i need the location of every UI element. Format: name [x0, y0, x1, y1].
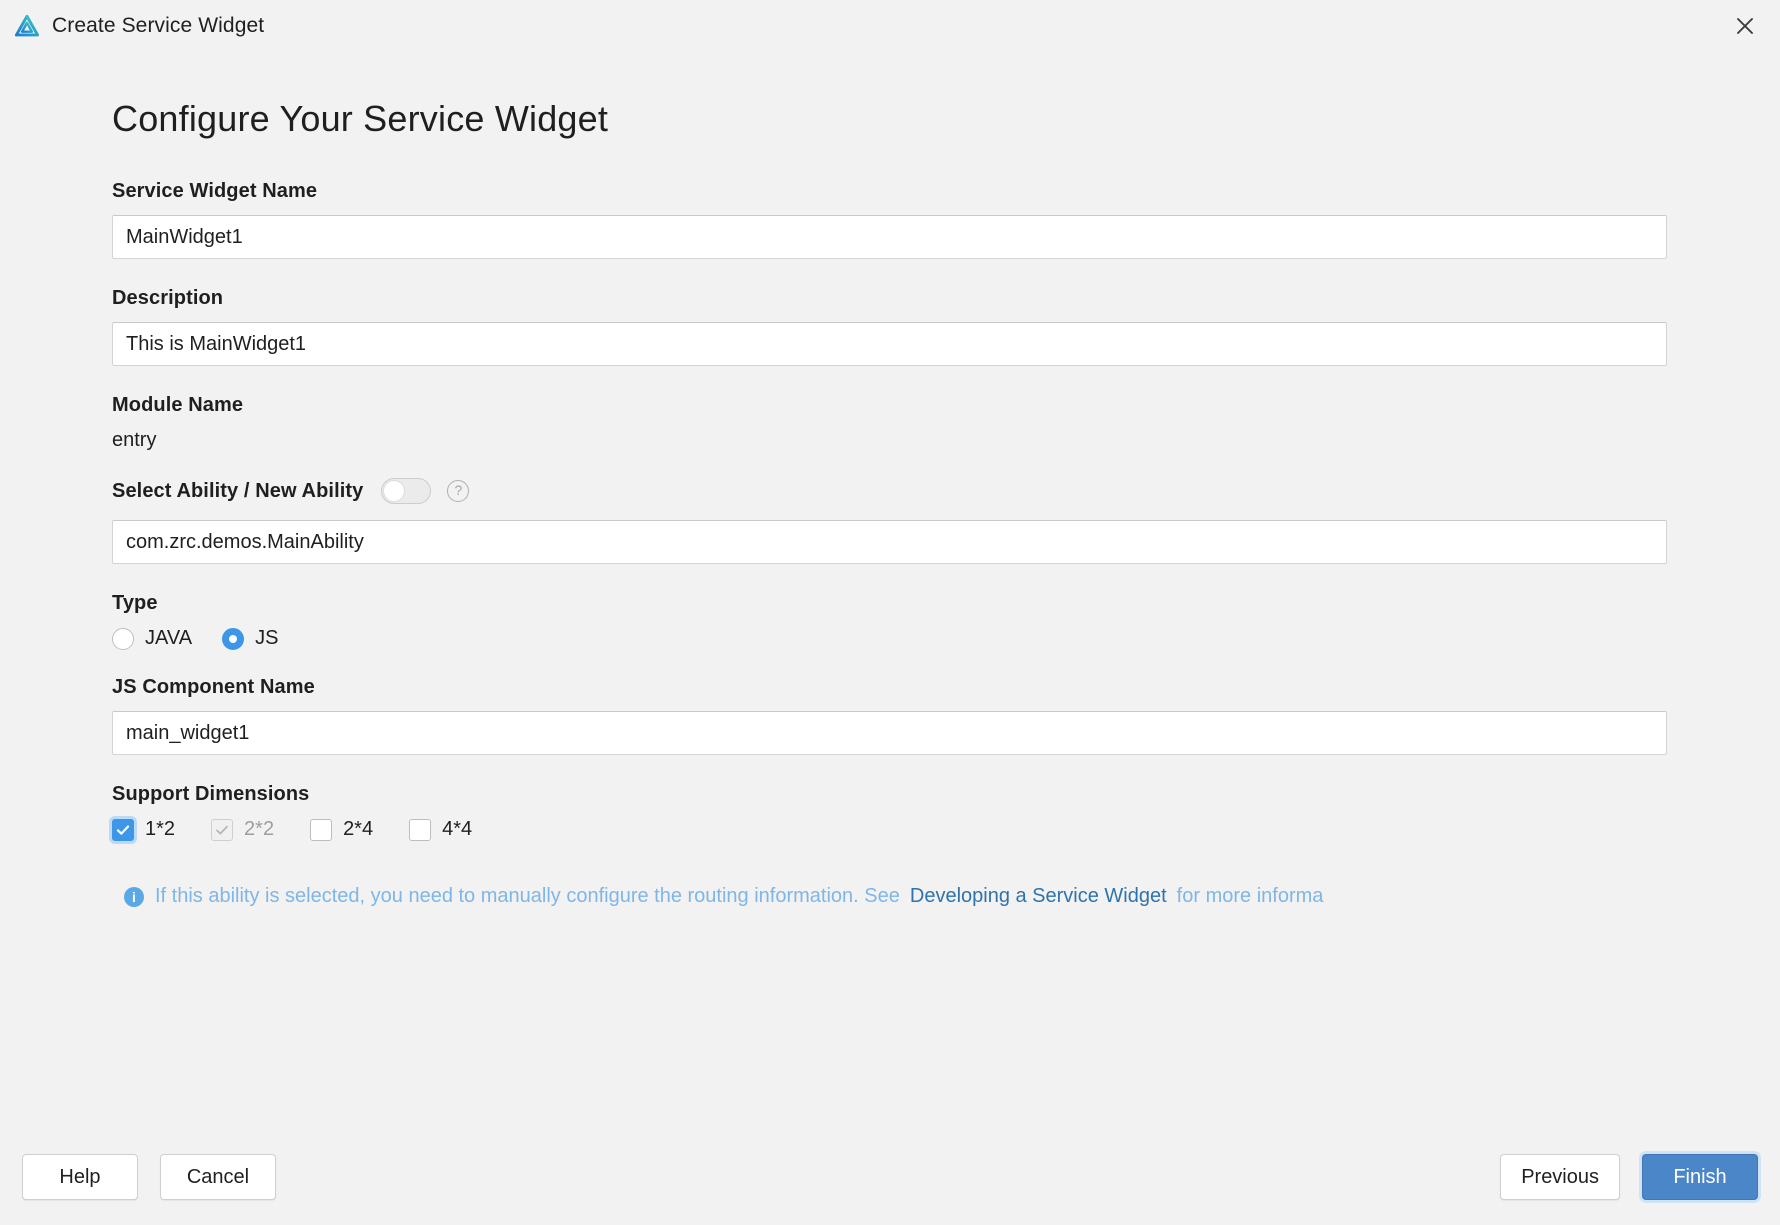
info-note-text-after: for more informa: [1176, 885, 1324, 907]
checkbox-checked-disabled-icon: [211, 818, 234, 841]
deveco-logo-icon: [14, 14, 40, 37]
checkbox-empty-icon: [409, 818, 432, 841]
description-label: Description: [112, 287, 224, 309]
footer-right-group: Previous Finish: [1500, 1154, 1758, 1200]
close-icon[interactable]: [1728, 9, 1762, 43]
finish-button[interactable]: Finish: [1642, 1154, 1758, 1200]
module-name-label: Module Name: [112, 394, 244, 416]
type-label: Type: [112, 592, 158, 614]
info-icon: i: [124, 886, 144, 907]
radio-label-js: JS: [255, 627, 279, 649]
service-widget-name-input[interactable]: [112, 215, 1667, 259]
select-ability-row: Select Ability / New Ability ?: [112, 478, 1780, 504]
service-widget-name-label: Service Widget Name: [112, 180, 318, 202]
module-name-value: entry: [112, 429, 157, 451]
window-titlebar: Create Service Widget: [0, 0, 1780, 52]
radio-option-js[interactable]: JS: [222, 627, 278, 650]
checkbox-option-4x4[interactable]: 4*4: [409, 818, 472, 841]
radio-label-java: JAVA: [145, 627, 193, 649]
footer-left-group: Help Cancel: [22, 1154, 276, 1200]
support-dimensions-label: Support Dimensions: [112, 783, 310, 805]
routing-info-note: i If this ability is selected, you need …: [124, 885, 1780, 908]
select-ability-label: Select Ability / New Ability: [112, 479, 364, 502]
new-ability-toggle[interactable]: [381, 478, 432, 504]
ability-name-input[interactable]: [112, 520, 1667, 564]
checkbox-option-1x2[interactable]: 1*2: [112, 818, 175, 841]
window-title: Create Service Widget: [52, 14, 265, 37]
dialog-footer: Help Cancel Previous Finish: [0, 1129, 1780, 1225]
js-component-name-label: JS Component Name: [112, 676, 315, 698]
support-dimensions-group: 1*2 2*2 2*4 4*4: [112, 818, 1780, 841]
help-button[interactable]: Help: [22, 1154, 138, 1200]
checkbox-label-2x2: 2*2: [244, 818, 275, 840]
checkbox-label-1x2: 1*2: [145, 818, 176, 840]
js-component-name-input[interactable]: [112, 711, 1667, 755]
checkbox-option-2x2: 2*2: [211, 818, 274, 841]
checkbox-empty-icon: [310, 818, 333, 841]
developing-service-widget-link[interactable]: Developing a Service Widget: [910, 885, 1167, 908]
page-title: Configure Your Service Widget: [112, 98, 609, 139]
radio-circle-icon: [112, 627, 134, 650]
dialog-content: Configure Your Service Widget Service Wi…: [0, 52, 1780, 908]
description-input[interactable]: [112, 322, 1667, 366]
checkbox-label-2x4: 2*4: [343, 818, 374, 840]
checkbox-label-4x4: 4*4: [442, 818, 473, 840]
checkbox-checked-icon: [112, 818, 134, 841]
toggle-knob: [383, 480, 406, 502]
radio-circle-selected-icon: [222, 627, 245, 650]
checkbox-option-2x4[interactable]: 2*4: [310, 818, 373, 841]
previous-button[interactable]: Previous: [1500, 1154, 1620, 1200]
question-mark-icon[interactable]: ?: [447, 480, 470, 502]
info-note-text-before: If this ability is selected, you need to…: [155, 885, 900, 907]
cancel-button[interactable]: Cancel: [160, 1154, 276, 1200]
radio-option-java[interactable]: JAVA: [112, 627, 192, 650]
type-radio-group: JAVA JS: [112, 627, 1780, 650]
